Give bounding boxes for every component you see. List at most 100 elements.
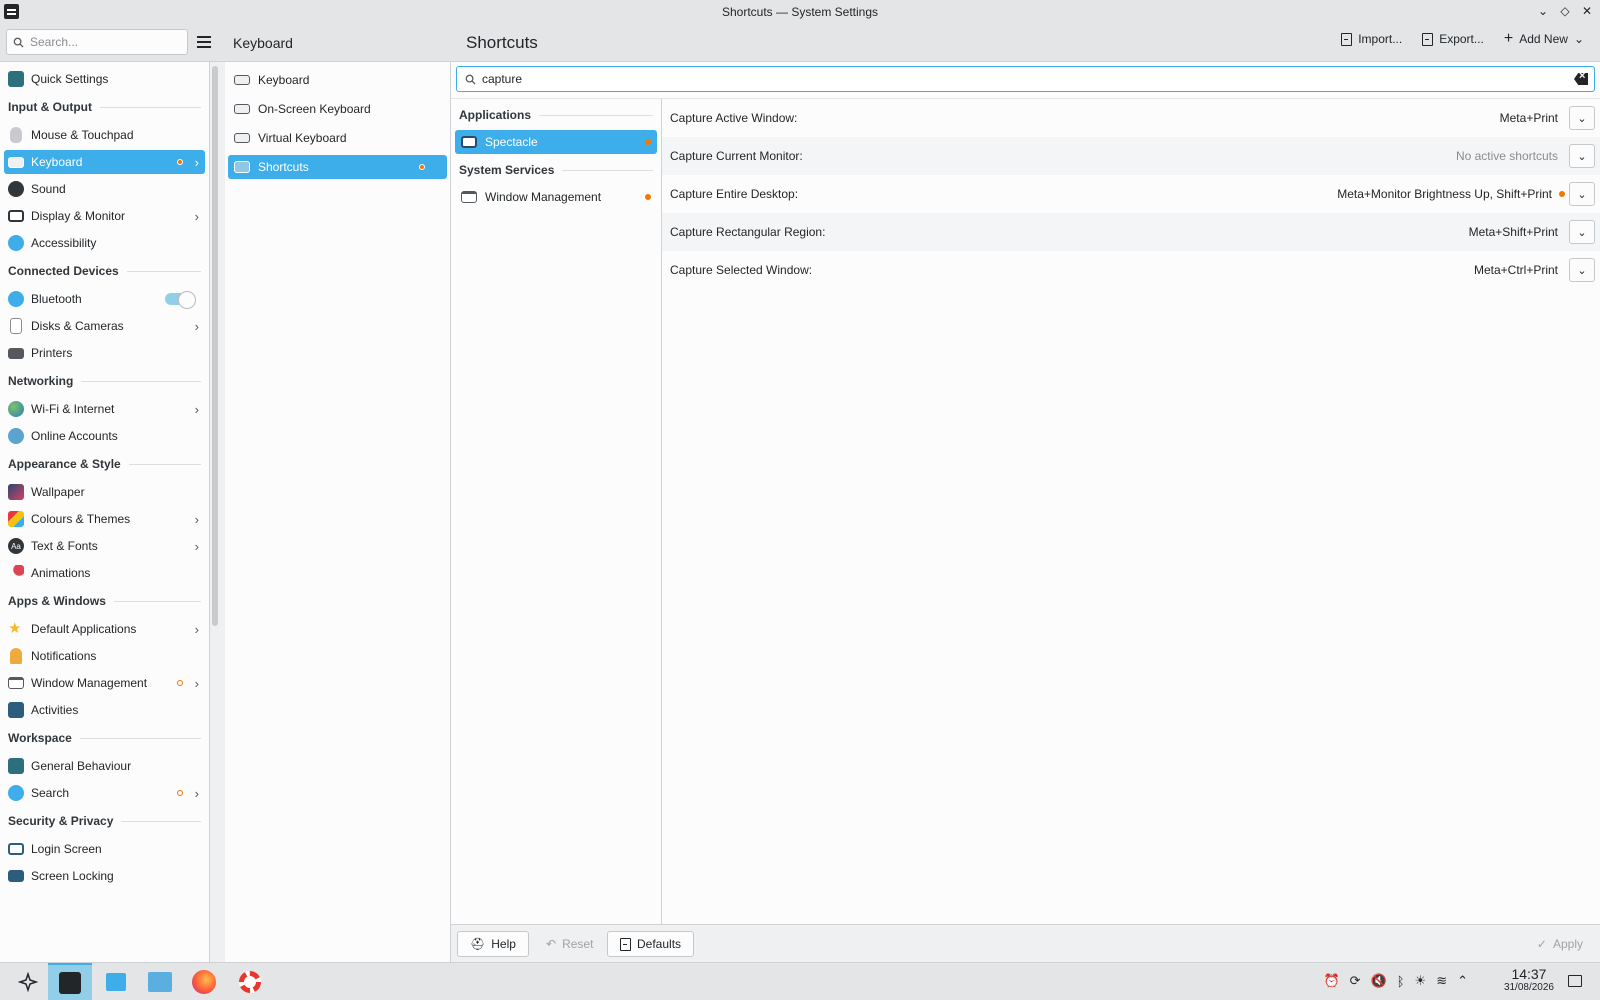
quick-settings-icon: [8, 71, 24, 87]
chevron-up-icon[interactable]: ⌃: [1457, 973, 1468, 989]
expand-shortcut-button[interactable]: ⌄: [1569, 182, 1595, 206]
component-window-management[interactable]: Window Management: [455, 185, 657, 209]
keyboard-icon: [8, 156, 24, 168]
bluetooth-icon[interactable]: ᛒ: [1397, 974, 1405, 989]
chevron-down-icon: ⌄: [1573, 32, 1584, 46]
clear-text-icon[interactable]: [1574, 73, 1588, 85]
sidebar-item-general-behaviour[interactable]: General Behaviour: [4, 754, 205, 778]
shortcut-row[interactable]: Capture Selected Window: Meta+Ctrl+Print…: [662, 251, 1600, 289]
import-button[interactable]: Import...: [1341, 32, 1402, 46]
export-button[interactable]: Export...: [1422, 32, 1484, 46]
document-import-icon: [1341, 32, 1353, 46]
sidebar-item-text-fonts[interactable]: Aa Text & Fonts ›: [4, 534, 205, 558]
subpage-virtual-keyboard[interactable]: Virtual Keyboard: [228, 126, 447, 150]
window-controls: ⌄ ◇ ✕: [1536, 3, 1594, 19]
expand-shortcut-button[interactable]: ⌄: [1569, 220, 1595, 244]
keyboard-subpages: Keyboard On-Screen Keyboard Virtual Keyb…: [225, 62, 451, 962]
globe-icon: [8, 401, 24, 417]
apply-button[interactable]: ✓ Apply: [1524, 931, 1596, 957]
sidebar-search[interactable]: [6, 29, 188, 55]
section-header: Connected Devices: [8, 258, 201, 284]
sidebar-item-default-apps[interactable]: ★ Default Applications ›: [4, 617, 205, 641]
chevron-right-icon: ›: [194, 539, 199, 554]
section-header: Security & Privacy: [8, 808, 201, 834]
sidebar-item-keyboard[interactable]: Keyboard ›: [4, 150, 205, 174]
virtual-keyboard-icon: [234, 133, 250, 143]
sidebar-item-wallpaper[interactable]: Wallpaper: [4, 480, 205, 504]
search-icon: [8, 785, 24, 801]
help-icon: ⛑: [470, 937, 486, 951]
sidebar-item-animations[interactable]: Animations: [4, 561, 205, 585]
help-button[interactable]: ⛑ Help: [457, 931, 529, 957]
monitor-icon: [8, 210, 24, 222]
defaults-button[interactable]: Defaults: [607, 931, 695, 957]
sidebar-item-bluetooth[interactable]: Bluetooth: [4, 287, 205, 311]
title-bar: Shortcuts — System Settings ⌄ ◇ ✕: [0, 0, 1600, 24]
sidebar-item-display[interactable]: Display & Monitor ›: [4, 204, 205, 228]
maximize-icon[interactable]: ◇: [1558, 3, 1572, 19]
task-discover[interactable]: [94, 963, 138, 1000]
shortcut-name: Capture Selected Window:: [670, 263, 813, 277]
system-settings-icon[interactable]: [4, 4, 19, 19]
shortcut-filter[interactable]: [456, 66, 1595, 92]
clock-date: 31/08/2026: [1503, 982, 1554, 993]
minimize-icon[interactable]: ⌄: [1536, 3, 1550, 19]
changed-indicator: [177, 790, 183, 796]
sidebar-item-wifi[interactable]: Wi-Fi & Internet ›: [4, 397, 205, 421]
show-desktop-icon[interactable]: [1568, 975, 1582, 987]
sidebar-item-window-management[interactable]: Window Management ›: [4, 671, 205, 695]
expand-shortcut-button[interactable]: ⌄: [1569, 144, 1595, 168]
header-actions: Import... Export... + Add New ⌄: [1341, 31, 1584, 47]
sidebar-search-input[interactable]: [30, 35, 180, 49]
task-system-settings[interactable]: [48, 963, 92, 1000]
digital-clock[interactable]: 14:37 31/08/2026: [1504, 966, 1554, 993]
sidebar-item-screen-locking[interactable]: Screen Locking: [4, 864, 205, 888]
hamburger-menu-icon[interactable]: [196, 34, 212, 50]
sidebar-item-disks[interactable]: Disks & Cameras ›: [4, 314, 205, 338]
sidebar-item-search[interactable]: Search ›: [4, 781, 205, 805]
sidebar-item-online-accounts[interactable]: Online Accounts: [4, 424, 205, 448]
task-help-center[interactable]: [228, 963, 272, 1000]
shortcut-filter-input[interactable]: [482, 72, 1542, 86]
subpage-shortcuts[interactable]: Shortcuts: [228, 155, 447, 179]
system-settings-icon: [59, 972, 81, 994]
changed-indicator: [1559, 191, 1565, 197]
expand-shortcut-button[interactable]: ⌄: [1569, 106, 1595, 130]
sidebar-scrollbar[interactable]: [212, 66, 218, 626]
sidebar-item-colours[interactable]: Colours & Themes ›: [4, 507, 205, 531]
sidebar-item-login-screen[interactable]: Login Screen: [4, 837, 205, 861]
shortcut-row[interactable]: Capture Entire Desktop: Meta+Monitor Bri…: [662, 175, 1600, 213]
sidebar-item-notifications[interactable]: Notifications: [4, 644, 205, 668]
volume-muted-icon[interactable]: 🔇: [1371, 973, 1387, 989]
add-new-button[interactable]: + Add New ⌄: [1504, 31, 1584, 47]
screen-lock-icon: [8, 870, 24, 882]
shortcut-row[interactable]: Capture Rectangular Region: Meta+Shift+P…: [662, 213, 1600, 251]
mouse-icon: [10, 127, 22, 143]
update-icon[interactable]: ⟳: [1350, 973, 1361, 989]
sidebar-item-mouse[interactable]: Mouse & Touchpad: [4, 123, 205, 147]
sidebar-item-quick-settings[interactable]: Quick Settings: [4, 67, 205, 91]
expand-shortcut-button[interactable]: ⌄: [1569, 258, 1595, 282]
chevron-right-icon: ›: [194, 786, 199, 801]
sidebar-item-printers[interactable]: Printers: [4, 341, 205, 365]
subpage-keyboard[interactable]: Keyboard: [228, 68, 447, 92]
alarm-icon[interactable]: ⏰: [1323, 973, 1339, 989]
bluetooth-toggle[interactable]: [165, 291, 196, 309]
sidebar-item-activities[interactable]: Activities: [4, 698, 205, 722]
subpage-onscreen-keyboard[interactable]: On-Screen Keyboard: [228, 97, 447, 121]
shortcut-row[interactable]: Capture Active Window: Meta+Print ⌄: [662, 99, 1600, 137]
task-firefox[interactable]: [182, 963, 226, 1000]
application-launcher[interactable]: [6, 963, 50, 1000]
close-icon[interactable]: ✕: [1580, 3, 1594, 19]
sidebar-item-accessibility[interactable]: Accessibility: [4, 231, 205, 255]
bluetooth-icon: [8, 291, 24, 307]
task-dolphin[interactable]: [138, 963, 182, 1000]
wifi-icon[interactable]: ≋: [1436, 973, 1447, 989]
bell-icon: [10, 648, 22, 664]
sidebar-item-sound[interactable]: Sound: [4, 177, 205, 201]
brightness-icon[interactable]: ☀: [1415, 973, 1427, 989]
component-spectacle[interactable]: Spectacle: [455, 130, 657, 154]
chevron-right-icon: ›: [194, 512, 199, 527]
reset-button[interactable]: ↶ Reset: [533, 931, 606, 957]
shortcut-row[interactable]: Capture Current Monitor: No active short…: [662, 137, 1600, 175]
